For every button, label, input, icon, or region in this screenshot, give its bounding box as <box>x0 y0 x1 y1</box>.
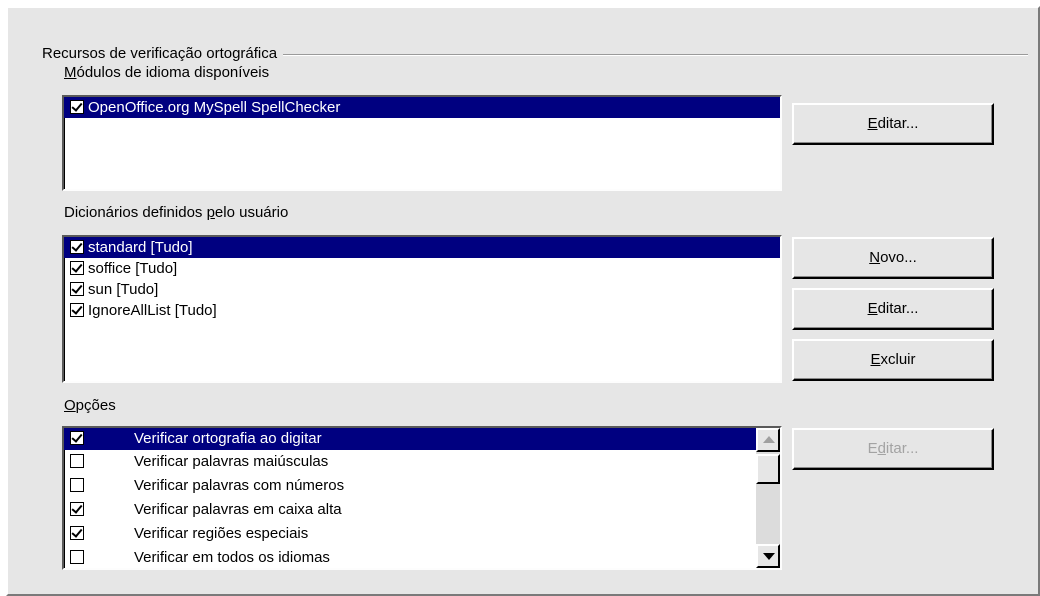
checkbox[interactable] <box>70 303 84 317</box>
modules-listbox[interactable]: OpenOffice.org MySpell SpellChecker <box>62 95 782 191</box>
options-scrollbar[interactable] <box>756 428 780 568</box>
options-edit-button[interactable]: Editar... <box>792 428 994 470</box>
modules-edit-button[interactable]: Editar... <box>792 103 994 145</box>
list-item[interactable]: Verificar palavras maiúsculas <box>64 450 756 474</box>
checkbox[interactable] <box>70 282 84 296</box>
list-item[interactable]: Verificar regiões especiais <box>64 522 756 546</box>
checkbox[interactable] <box>70 240 84 254</box>
group-title: Recursos de verificação ortográfica <box>42 45 284 62</box>
scroll-thumb[interactable] <box>756 454 780 484</box>
list-item[interactable]: Verificar palavras com números <box>64 474 756 498</box>
list-item[interactable]: sun [Tudo] <box>64 279 780 300</box>
checkbox[interactable] <box>70 502 84 516</box>
list-item[interactable]: standard [Tudo] <box>64 237 780 258</box>
arrow-up-icon <box>763 436 775 443</box>
delete-dictionary-button[interactable]: Excluir <box>792 339 994 381</box>
edit-dictionary-button[interactable]: Editar... <box>792 288 994 330</box>
new-dictionary-button[interactable]: Novo... <box>792 237 994 279</box>
scroll-down-button[interactable] <box>756 544 780 568</box>
modules-label: Módulos de idioma disponíveis <box>64 64 270 81</box>
dictionaries-listbox[interactable]: standard [Tudo] soffice [Tudo] sun [Tudo… <box>62 235 782 383</box>
checkbox[interactable] <box>70 526 84 540</box>
checkbox[interactable] <box>70 454 84 468</box>
dictionaries-label: Dicionários definidos pelo usuário <box>64 204 289 221</box>
options-label: Opções <box>64 397 116 414</box>
list-item[interactable]: Verificar ortografia ao digitar <box>64 428 756 450</box>
list-item[interactable]: IgnoreAllList [Tudo] <box>64 300 780 321</box>
options-listbox[interactable]: Verificar ortografia ao digitar Verifica… <box>62 426 782 570</box>
scroll-up-button[interactable] <box>756 428 780 452</box>
checkbox[interactable] <box>70 478 84 492</box>
list-item[interactable]: OpenOffice.org MySpell SpellChecker <box>64 97 780 118</box>
checkbox[interactable] <box>70 431 84 445</box>
arrow-down-icon <box>763 553 775 560</box>
list-item[interactable]: Verificar palavras em caixa alta <box>64 498 756 522</box>
list-item[interactable]: Verificar em todos os idiomas <box>64 546 756 568</box>
list-item[interactable]: soffice [Tudo] <box>64 258 780 279</box>
checkbox[interactable] <box>70 261 84 275</box>
checkbox[interactable] <box>70 100 84 114</box>
checkbox[interactable] <box>70 550 84 564</box>
